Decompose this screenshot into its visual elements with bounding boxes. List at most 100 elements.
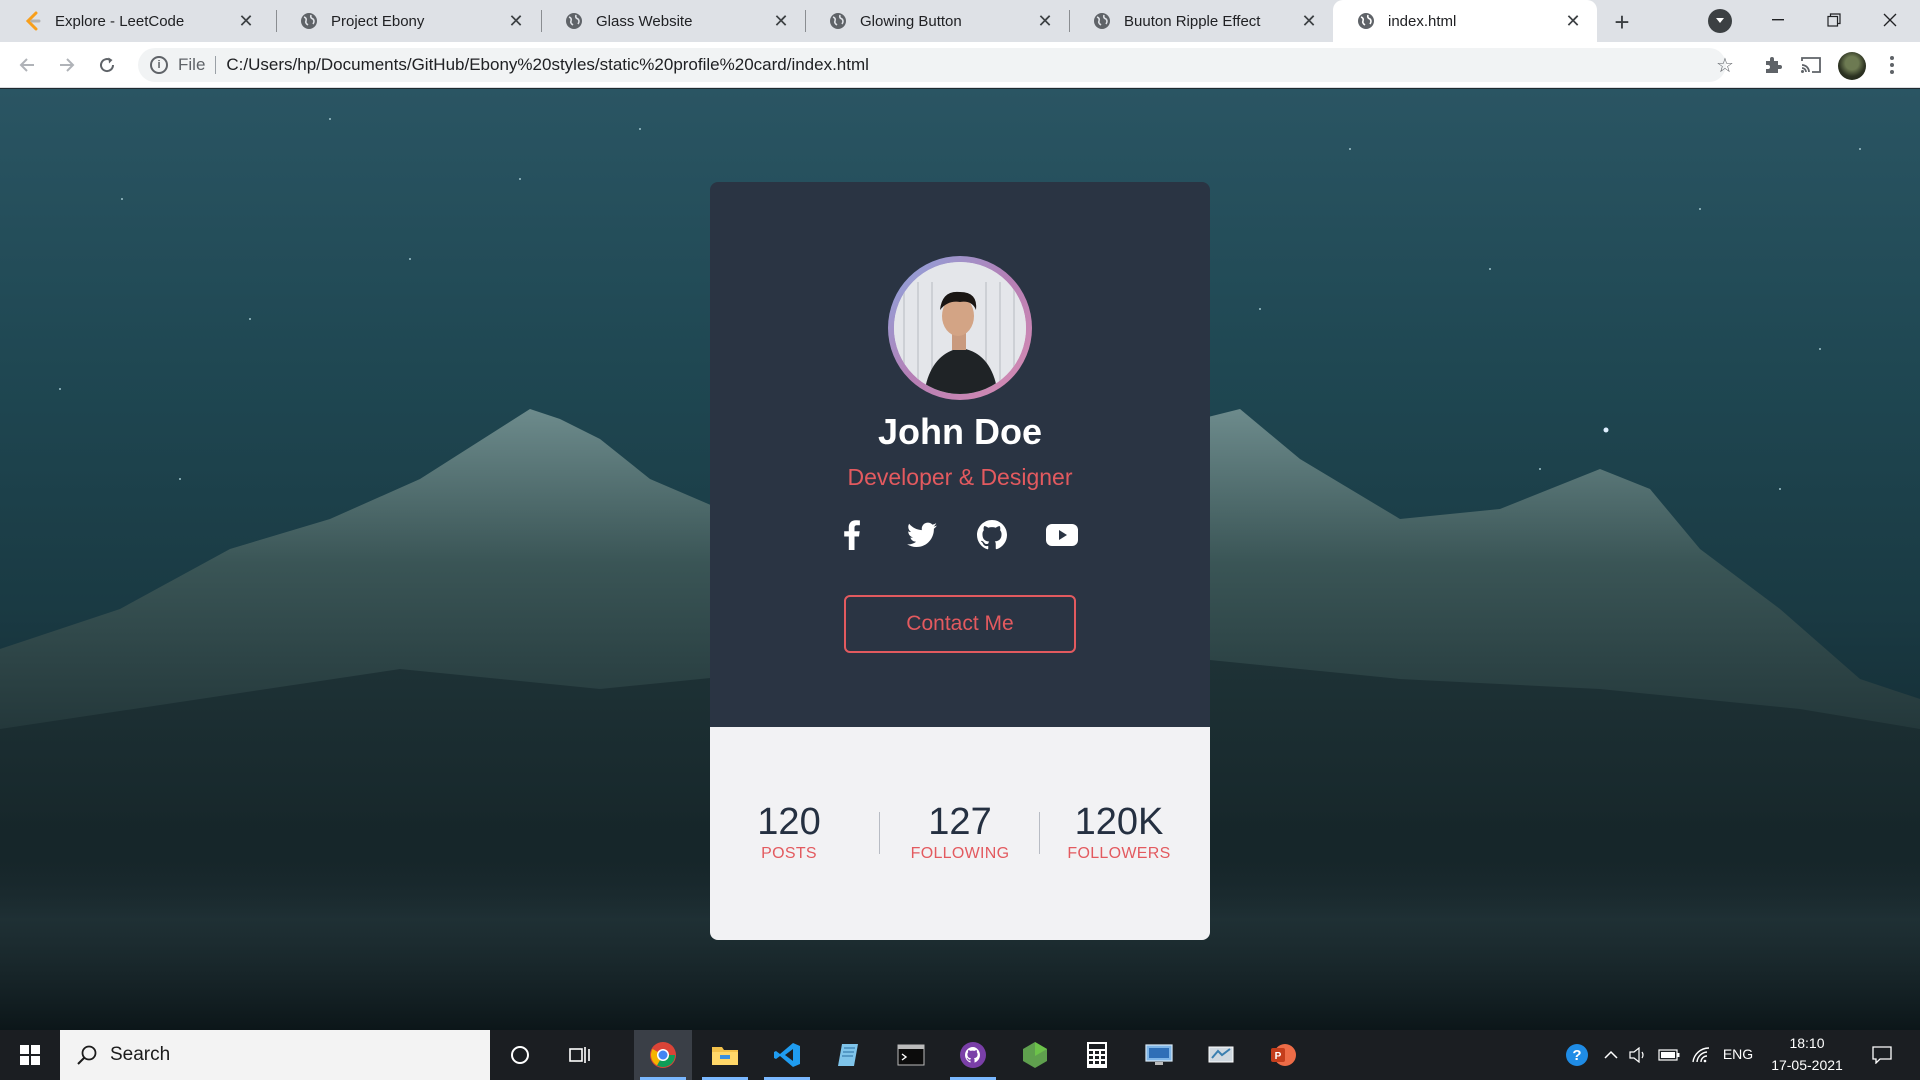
browser-menu-button[interactable] <box>1882 50 1902 80</box>
tab-index-html[interactable]: index.html ✕ <box>1333 0 1597 42</box>
stat-divider <box>879 812 880 854</box>
browser-toolbar: i File C:/Users/hp/Documents/GitHub/Ebon… <box>0 42 1920 88</box>
arrow-left-icon <box>19 58 34 72</box>
globe-icon <box>299 11 319 31</box>
page-viewport: John Doe Developer & Designer Contact Me <box>0 89 1920 1030</box>
globe-icon <box>828 11 848 31</box>
tab-project-ebony[interactable]: Project Ebony ✕ <box>276 0 540 42</box>
taskbar-search-box[interactable]: Search <box>60 1030 490 1080</box>
github-icon[interactable] <box>974 517 1010 553</box>
chevron-down-icon <box>1716 18 1724 23</box>
address-divider <box>215 56 217 74</box>
tab-leetcode[interactable]: Explore - LeetCode ✕ <box>0 0 270 42</box>
tab-title: Glass Website <box>596 12 693 30</box>
cast-button[interactable] <box>1796 50 1826 80</box>
address-bar[interactable]: i File C:/Users/hp/Documents/GitHub/Ebon… <box>138 48 1726 82</box>
arrow-right-icon <box>60 58 75 72</box>
back-button[interactable] <box>12 50 42 80</box>
help-icon[interactable]: ? <box>1560 1030 1594 1080</box>
puzzle-icon <box>1766 57 1782 73</box>
reload-icon <box>100 57 115 73</box>
tab-glowing-button[interactable]: Glowing Button ✕ <box>805 0 1069 42</box>
profile-card: John Doe Developer & Designer Contact Me <box>710 182 1210 940</box>
profile-avatar[interactable] <box>1838 52 1866 80</box>
tab-ripple-effect[interactable]: Buuton Ripple Effect ✕ <box>1069 0 1333 42</box>
close-window-button[interactable] <box>1862 0 1918 40</box>
volume-icon[interactable] <box>1624 1030 1652 1080</box>
clock-time[interactable]: 18:10 <box>1762 1035 1852 1051</box>
cortana-icon <box>511 1046 529 1064</box>
remote-desktop-icon[interactable] <box>1130 1030 1188 1080</box>
social-links <box>834 517 1086 553</box>
close-tab-icon[interactable]: ✕ <box>769 9 793 33</box>
tab-search-button[interactable] <box>1708 9 1732 33</box>
calculator-icon[interactable] <box>1068 1030 1126 1080</box>
tab-title: index.html <box>1388 12 1457 30</box>
tab-title: Project Ebony <box>331 12 425 30</box>
terminal-icon[interactable] <box>882 1030 940 1080</box>
battery-icon[interactable] <box>1654 1030 1684 1080</box>
forward-button[interactable] <box>52 50 82 80</box>
profile-name: John Doe <box>877 411 1042 452</box>
globe-icon <box>1092 11 1112 31</box>
reload-button[interactable] <box>92 50 122 80</box>
minimize-button[interactable] <box>1750 0 1806 40</box>
close-tab-icon[interactable]: ✕ <box>1561 9 1585 33</box>
task-view-button[interactable] <box>556 1030 604 1080</box>
vscode-icon[interactable] <box>758 1030 816 1080</box>
close-tab-icon[interactable]: ✕ <box>1033 9 1057 33</box>
github-desktop-icon[interactable] <box>944 1030 1002 1080</box>
info-icon[interactable]: i <box>150 56 168 74</box>
notifications-icon[interactable] <box>1862 1030 1902 1080</box>
globe-icon <box>564 11 584 31</box>
avatar <box>894 262 1026 394</box>
profile-stats: 120 POSTS 127 FOLLOWING 120K FOLLOWERS <box>710 727 1210 940</box>
new-tab-button[interactable]: + <box>1608 7 1636 37</box>
tab-title: Explore - LeetCode <box>55 12 185 30</box>
tab-glass-website[interactable]: Glass Website ✕ <box>541 0 805 42</box>
nodejs-icon[interactable] <box>1006 1030 1064 1080</box>
restore-button[interactable] <box>1806 0 1862 40</box>
search-placeholder: Search <box>110 1044 171 1065</box>
language-indicator[interactable]: ENG <box>1718 1046 1758 1062</box>
stat-posts: 120 POSTS <box>710 801 868 863</box>
scheme-label: File <box>178 55 206 74</box>
url-text[interactable]: C:/Users/hp/Documents/GitHub/Ebony%20sty… <box>226 55 869 75</box>
twitter-icon[interactable] <box>904 517 940 553</box>
control-panel-icon[interactable] <box>1192 1030 1250 1080</box>
wifi-icon[interactable] <box>1686 1030 1716 1080</box>
powerpoint-icon[interactable]: P <box>1254 1030 1312 1080</box>
restore-icon <box>1827 13 1841 27</box>
start-button[interactable] <box>0 1030 60 1080</box>
windows-logo-icon <box>20 1045 40 1065</box>
browser-tab-strip: Explore - LeetCode ✕ Project Ebony ✕ Gla… <box>0 0 1920 42</box>
profile-card-header: John Doe Developer & Designer Contact Me <box>710 182 1210 727</box>
stat-label: FOLLOWERS <box>1067 845 1171 862</box>
extensions-button[interactable] <box>1758 50 1788 80</box>
bookmark-star-icon[interactable]: ☆ <box>1710 50 1740 80</box>
stat-following: 127 FOLLOWING <box>881 801 1039 863</box>
youtube-icon[interactable] <box>1044 517 1080 553</box>
profile-photo <box>894 262 1026 394</box>
cortana-button[interactable] <box>496 1030 544 1080</box>
clock-date[interactable]: 17-05-2021 <box>1762 1057 1852 1073</box>
notepad-icon[interactable] <box>820 1030 878 1080</box>
leetcode-icon <box>23 11 43 31</box>
stat-value: 120 <box>757 801 821 843</box>
close-tab-icon[interactable]: ✕ <box>234 9 258 33</box>
facebook-icon[interactable] <box>834 517 870 553</box>
stat-value: 120K <box>1074 801 1164 843</box>
stat-label: FOLLOWING <box>910 845 1010 862</box>
close-tab-icon[interactable]: ✕ <box>504 9 528 33</box>
contact-me-button[interactable]: Contact Me <box>844 595 1076 653</box>
chevron-up-icon[interactable] <box>1598 1030 1624 1080</box>
close-icon <box>1883 13 1897 27</box>
svg-text:?: ? <box>1572 1047 1581 1064</box>
cast-icon <box>1801 57 1821 73</box>
tab-title: Buuton Ripple Effect <box>1124 12 1261 30</box>
stat-label: POSTS <box>761 845 817 862</box>
chrome-icon[interactable] <box>634 1030 692 1080</box>
profile-role: Developer & Designer <box>847 464 1073 490</box>
close-tab-icon[interactable]: ✕ <box>1297 9 1321 33</box>
file-explorer-icon[interactable] <box>696 1030 754 1080</box>
